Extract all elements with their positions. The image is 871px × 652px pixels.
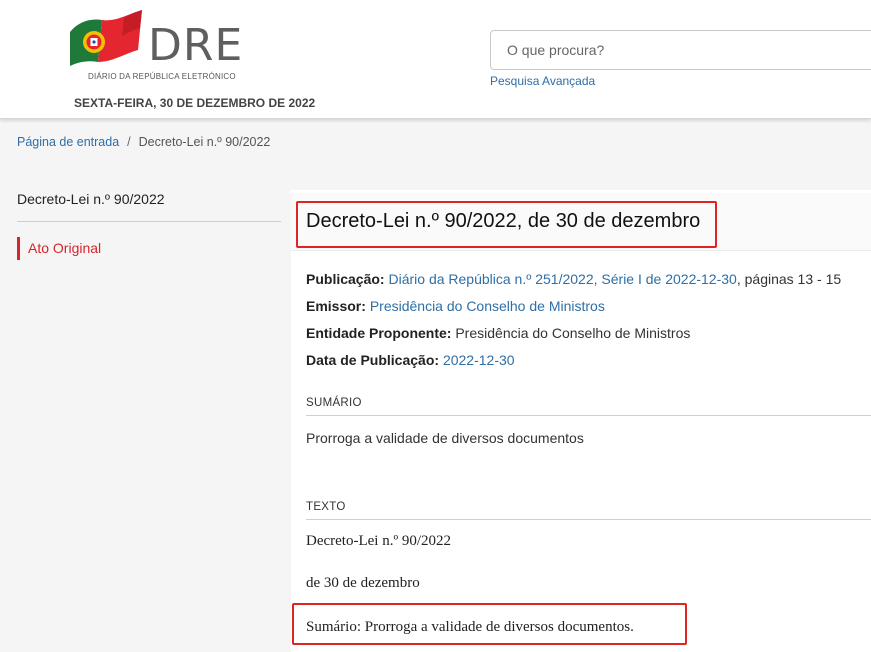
sidebar-title: Decreto-Lei n.º 90/2022 <box>17 191 165 207</box>
sidebar-item-ato-original[interactable]: Ato Original <box>17 237 101 260</box>
sumario-rule <box>306 415 871 416</box>
breadcrumb-home-link[interactable]: Página de entrada <box>17 135 119 149</box>
data-publicacao-label: Data de Publicação: <box>306 352 440 368</box>
portugal-flag-icon <box>70 10 142 66</box>
publicacao-link[interactable]: Diário da República n.º 251/2022, Série … <box>388 271 736 287</box>
texto-rule <box>306 519 871 520</box>
title-highlight-box <box>296 201 717 248</box>
sumario-text: Prorroga a validade de diversos document… <box>306 430 584 446</box>
texto-line-decreto: Decreto-Lei n.º 90/2022 <box>306 533 452 549</box>
breadcrumb-current: Decreto-Lei n.º 90/2022 <box>138 135 271 149</box>
sumario-heading: SUMÁRIO <box>306 397 362 409</box>
breadcrumb: Página de entrada / Decreto-Lei n.º 90/202… <box>17 135 270 149</box>
entidade-label: Entidade Proponente: <box>306 325 452 341</box>
emissor-link[interactable]: Presidência do Conselho de Ministros <box>370 298 605 314</box>
data-publicacao-link[interactable]: 2022-12-30 <box>443 352 515 368</box>
entidade-line: Entidade Proponente: Presidência do Cons… <box>306 325 690 341</box>
logo-subtitle: DIÁRIO DA REPÚBLICA ELETRÓNICO <box>88 72 236 81</box>
search-input[interactable] <box>490 30 871 70</box>
logo-wordmark: DRE <box>148 20 244 71</box>
site-header: DRE DIÁRIO DA REPÚBLICA ELETRÓNICO SEXTA… <box>0 0 871 119</box>
emissor-label: Emissor: <box>306 298 366 314</box>
emissor-line: Emissor: Presidência do Conselho de Mini… <box>306 298 605 314</box>
advanced-search-link[interactable]: Pesquisa Avançada <box>490 74 595 88</box>
sidebar-divider <box>17 221 281 222</box>
dre-logo[interactable]: DRE DIÁRIO DA REPÚBLICA ELETRÓNICO <box>68 10 242 85</box>
data-publicacao-line: Data de Publicação: 2022-12-30 <box>306 352 515 368</box>
texto-heading: TEXTO <box>306 501 346 513</box>
entidade-value: Presidência do Conselho de Ministros <box>455 325 691 341</box>
texto-line-data: de 30 de dezembro <box>306 575 420 591</box>
current-date: SEXTA-FEIRA, 30 DE DEZEMBRO DE 2022 <box>74 96 316 110</box>
publicacao-line: Publicação: Diário da República n.º 251/… <box>306 271 841 287</box>
publicacao-label: Publicação: <box>306 271 385 287</box>
sumario-highlight-box <box>292 603 687 645</box>
publicacao-pages: , páginas 13 - 15 <box>736 271 842 287</box>
breadcrumb-separator: / <box>127 135 131 149</box>
